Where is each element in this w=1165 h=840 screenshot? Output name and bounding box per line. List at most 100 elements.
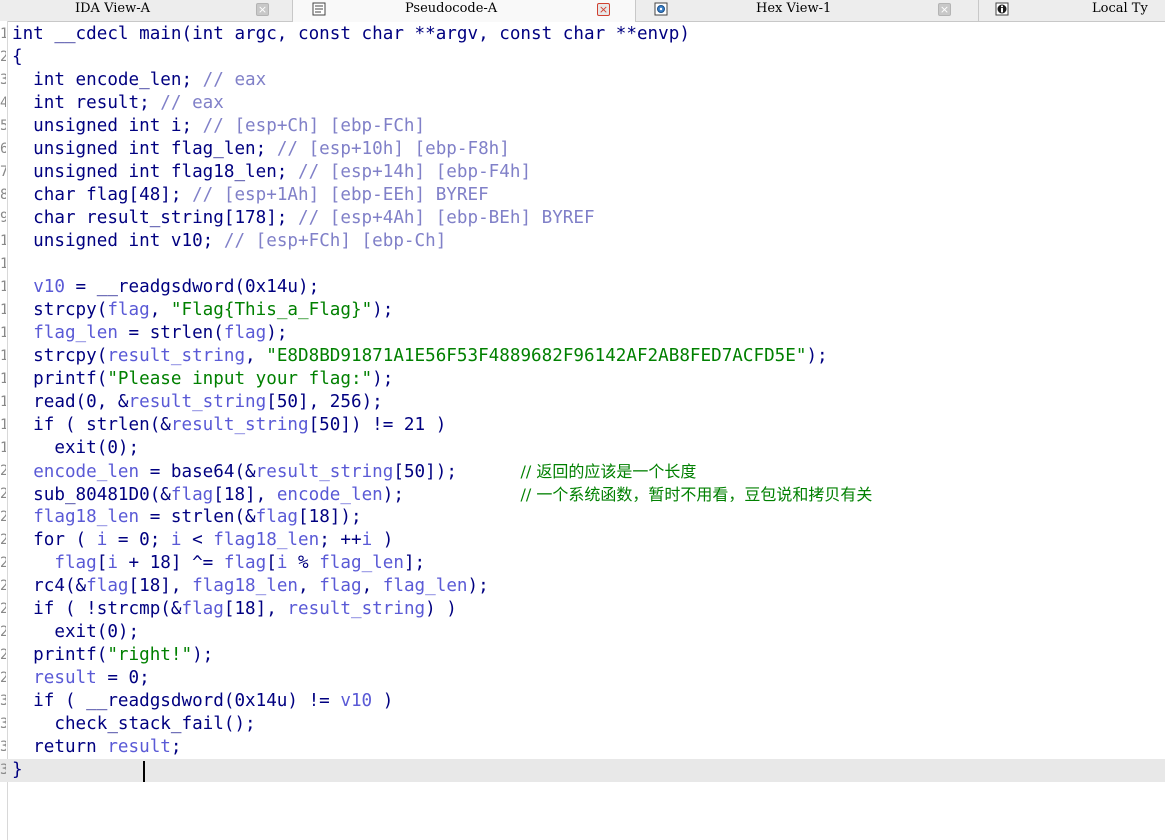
code-line[interactable]: 18 if ( strlen(&result_string[50]) != 21… — [0, 414, 1165, 437]
code-variable[interactable]: v10 — [340, 691, 372, 711]
code-token: exit(0); — [12, 438, 140, 458]
line-number: 16 — [0, 371, 6, 387]
line-number: 8 — [0, 187, 6, 203]
code-token: if ( __readgsdword(0x14u) != — [12, 691, 341, 711]
line-number: 17 — [0, 394, 6, 410]
code-line[interactable]: 17 read(0, &result_string[50], 256); — [0, 391, 1165, 414]
close-icon[interactable]: × — [597, 3, 610, 16]
code-variable[interactable]: i — [97, 530, 108, 550]
code-token: [18], — [213, 485, 277, 505]
code-variable[interactable]: result_string — [287, 599, 425, 619]
code-variable[interactable]: result_string — [129, 392, 267, 412]
code-variable[interactable]: flag18_len — [33, 507, 139, 527]
code-token: = strlen(& — [139, 507, 256, 527]
code-variable[interactable]: result — [107, 737, 171, 757]
code-token: ; ++ — [319, 530, 362, 550]
code-line[interactable]: 33} — [0, 759, 1165, 782]
code-line[interactable]: 25 rc4(&flag[18], flag18_len, flag, flag… — [0, 575, 1165, 598]
code-variable[interactable]: flag — [107, 300, 149, 320]
code-token: [50]); — [393, 462, 521, 482]
code-variable[interactable]: result_string — [171, 415, 309, 435]
tab-pseudocode-a[interactable]: Pseudocode-A × — [293, 0, 636, 22]
line-number: 33 — [0, 762, 6, 778]
code-variable[interactable]: flag18_len — [192, 576, 298, 596]
code-line[interactable]: 14 flag_len = strlen(flag); — [0, 322, 1165, 345]
line-number: 29 — [0, 670, 6, 686]
code-variable[interactable]: encode_len — [33, 462, 139, 482]
code-variable[interactable]: flag18_len — [213, 530, 319, 550]
code-line[interactable]: 6 unsigned int flag_len; // [esp+10h] [e… — [0, 138, 1165, 161]
code-variable[interactable]: flag — [171, 485, 213, 505]
line-number: 19 — [0, 440, 6, 456]
code-variable[interactable]: flag — [54, 553, 96, 573]
code-line[interactable]: 29 result = 0; — [0, 667, 1165, 690]
code-token: ); — [382, 485, 521, 505]
code-variable[interactable]: flag_len — [383, 576, 468, 596]
code-variable[interactable]: flag — [224, 553, 266, 573]
code-variable[interactable]: flag — [319, 576, 361, 596]
code-token: ) — [372, 530, 394, 550]
code-token: check_stack_fail(); — [12, 714, 256, 734]
code-line[interactable]: 5 unsigned int i; // [esp+Ch] [ebp-FCh] — [0, 115, 1165, 138]
code-variable[interactable]: flag — [224, 323, 266, 343]
code-line[interactable]: 20 encode_len = base64(&result_string[50… — [0, 460, 1165, 483]
code-line[interactable]: 3 int encode_len; // eax — [0, 69, 1165, 92]
code-line[interactable]: 15 strcpy(result_string, "E8D8BD91871A1E… — [0, 345, 1165, 368]
code-variable[interactable]: flag — [256, 507, 298, 527]
code-line[interactable]: 27 exit(0); — [0, 621, 1165, 644]
code-line[interactable]: 13 strcpy(flag, "Flag{This_a_Flag}"); — [0, 299, 1165, 322]
close-icon[interactable]: × — [938, 3, 951, 16]
pseudocode-view[interactable]: 1 int __cdecl main(int argc, const char *… — [0, 23, 1165, 782]
text-cursor — [143, 761, 145, 782]
code-line[interactable]: 7 unsigned int flag18_len; // [esp+14h] … — [0, 161, 1165, 184]
code-line[interactable]: 16 printf("Please input your flag:"); — [0, 368, 1165, 391]
code-line[interactable]: 32 return result; — [0, 736, 1165, 759]
code-variable[interactable]: result_string — [107, 346, 245, 366]
code-text: unsigned int flag18_len; // [esp+14h] [e… — [12, 161, 531, 184]
tab-ida-view-a[interactable]: IDA View-A × — [0, 0, 293, 21]
code-line[interactable]: 9 char result_string[178]; // [esp+4Ah] … — [0, 207, 1165, 230]
code-token: = strlen( — [117, 323, 224, 343]
code-variable[interactable]: i — [362, 530, 373, 550]
code-line[interactable]: 22 flag18_len = strlen(&flag[18]); — [0, 506, 1165, 529]
code-line[interactable]: 21 sub_80481D0(&flag[18], encode_len); /… — [0, 483, 1165, 506]
code-line[interactable]: 11 — [0, 253, 1165, 276]
code-variable[interactable]: flag — [86, 576, 128, 596]
code-line[interactable]: 12 v10 = __readgsdword(0x14u); — [0, 276, 1165, 299]
code-line[interactable]: 8 char flag[48]; // [esp+1Ah] [ebp-EEh] … — [0, 184, 1165, 207]
code-token: rc4(& — [12, 576, 87, 596]
code-line[interactable]: 19 exit(0); — [0, 437, 1165, 460]
code-line[interactable]: 26 if ( !strcmp(&flag[18], result_string… — [0, 598, 1165, 621]
code-line[interactable]: 10 unsigned int v10; // [esp+FCh] [ebp-C… — [0, 230, 1165, 253]
code-variable[interactable]: result — [33, 668, 97, 688]
code-line[interactable]: 2{ — [0, 46, 1165, 69]
code-variable[interactable]: flag — [181, 599, 223, 619]
code-variable[interactable]: flag_len — [319, 553, 404, 573]
code-line[interactable]: 24 flag[i + 18] ^= flag[i % flag_len]; — [0, 552, 1165, 575]
code-variable[interactable]: i — [107, 553, 118, 573]
code-line[interactable]: 31 check_stack_fail(); — [0, 713, 1165, 736]
tab-local-types[interactable]: Local Ty — [979, 0, 1165, 21]
line-number: 18 — [0, 417, 6, 433]
code-line[interactable]: 28 printf("right!"); — [0, 644, 1165, 667]
tab-hex-view-1[interactable]: Hex View-1 × — [636, 0, 979, 21]
code-token: ) ) — [425, 599, 457, 619]
code-variable[interactable]: v10 — [33, 277, 65, 297]
code-token: % — [287, 553, 320, 573]
code-line[interactable]: 30 if ( __readgsdword(0x14u) != v10 ) — [0, 690, 1165, 713]
code-line[interactable]: 4 int result; // eax — [0, 92, 1165, 115]
code-token: + 18] ^= — [117, 553, 224, 573]
close-icon[interactable]: × — [256, 3, 269, 16]
code-line[interactable]: 23 for ( i = 0; i < flag18_len; ++i ) — [0, 529, 1165, 552]
code-token: sub_80481D0(& — [12, 485, 171, 505]
code-variable[interactable]: encode_len — [277, 485, 383, 505]
code-variable[interactable]: i — [277, 553, 288, 573]
code-string: "right!" — [107, 645, 193, 665]
code-line[interactable]: 1 int __cdecl main(int argc, const char *… — [0, 23, 1165, 46]
code-variable[interactable]: flag_len — [33, 323, 118, 343]
code-variable[interactable]: i — [171, 530, 182, 550]
code-variable[interactable]: result_string — [256, 462, 394, 482]
code-token: [18]); — [298, 507, 362, 527]
